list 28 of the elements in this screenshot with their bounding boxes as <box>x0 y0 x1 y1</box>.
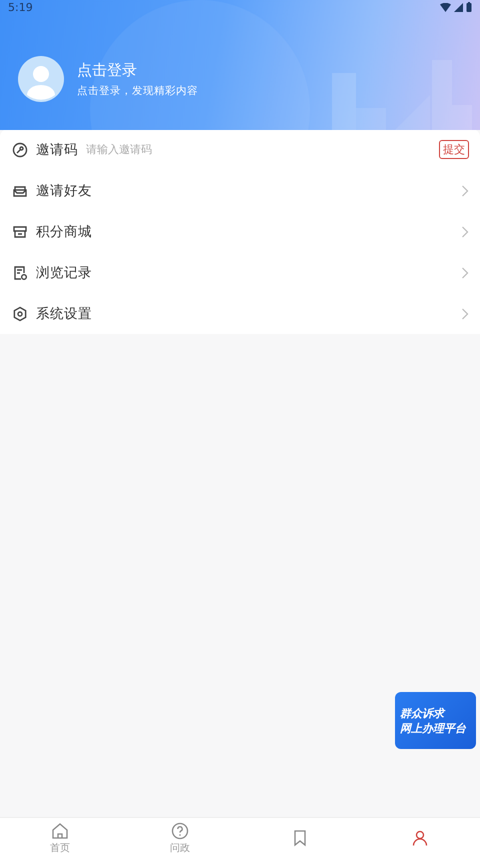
settings-icon <box>12 306 28 322</box>
menu-item[interactable]: 浏览记录 <box>36 264 92 282</box>
document-icon <box>12 264 28 280</box>
chevron-right-icon <box>461 308 469 320</box>
menu-item[interactable]: 系统设置 <box>36 304 92 322</box>
key-icon <box>12 142 28 158</box>
avatar-icon[interactable] <box>18 56 64 102</box>
chevron-right-icon <box>461 266 469 278</box>
banner-text: 群众诉求 <box>400 706 446 720</box>
tab[interactable]: 问政 <box>120 818 240 858</box>
chevron-right-icon <box>461 226 469 238</box>
menu-item[interactable]: 邀请好友 <box>36 182 92 200</box>
battery-icon <box>466 2 472 12</box>
tab-label: 问政 <box>170 842 190 854</box>
status-time: 5:19 <box>8 0 33 14</box>
submit-button[interactable]: 提交 <box>439 140 469 159</box>
chevron-right-icon <box>461 184 469 196</box>
login-subtitle: 点击登录，发现精彩内容 <box>77 84 198 98</box>
store-icon <box>12 224 28 240</box>
tab-label: 首页 <box>50 842 70 854</box>
promo-banner[interactable]: 群众诉求 网上办理平台 <box>395 692 476 749</box>
tab[interactable]: 首页 <box>0 818 120 858</box>
banner-text: 网上办理平台 <box>400 720 467 736</box>
invite-code-label: 邀请码 <box>36 140 78 158</box>
signal-icon <box>454 2 463 12</box>
menu-item[interactable]: 积分商城 <box>36 222 92 240</box>
login-title[interactable]: 点击登录 <box>77 60 198 80</box>
wifi-icon <box>440 2 451 12</box>
